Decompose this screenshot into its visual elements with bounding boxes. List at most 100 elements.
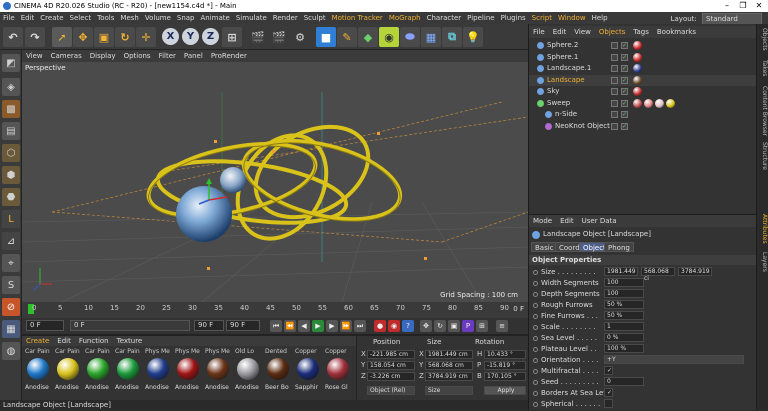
menu-help[interactable]: Help	[589, 12, 611, 24]
attr-menu-userdata[interactable]: User Data	[578, 215, 621, 227]
object-row[interactable]: Sweep ✓	[529, 98, 757, 109]
visibility-check-icon[interactable]: ✓	[621, 53, 628, 61]
material-tag-icon[interactable]	[633, 98, 642, 108]
menu-render[interactable]: Render	[270, 12, 301, 24]
live-selection-icon[interactable]: ➚	[52, 27, 72, 47]
menu-tools[interactable]: Tools	[94, 12, 117, 24]
menu-file[interactable]: File	[0, 12, 18, 24]
deformer-icon[interactable]: ⬬	[400, 27, 420, 47]
scale-icon[interactable]: ▣	[94, 27, 114, 47]
play-icon[interactable]: ▶	[312, 320, 324, 332]
material-tag-icon[interactable]	[633, 52, 642, 62]
edges-mode-icon[interactable]: ⬢	[2, 166, 20, 184]
render-settings-icon[interactable]: ⚙	[290, 27, 310, 47]
cloner-icon[interactable]: ◉	[379, 27, 399, 47]
menu-pipeline[interactable]: Pipeline	[464, 12, 497, 24]
material-tag-icon[interactable]	[666, 98, 675, 108]
viewport-menu-options[interactable]: Options	[120, 50, 155, 62]
menu-script[interactable]: Script	[529, 12, 555, 24]
object-row[interactable]: Sky ✓	[529, 86, 757, 97]
menu-motion-tracker[interactable]: Motion Tracker	[329, 12, 386, 24]
timeline-ruler[interactable]: 0 5 10 15 20 25 30 35 40 45 50 55 60 65 70 75 80 85 90 0 F	[22, 302, 528, 318]
material-swatch[interactable]: Copper Rose Gl	[325, 348, 351, 396]
sculpt-icon[interactable]: ◍	[2, 342, 20, 360]
property-field[interactable]: 50 %	[604, 311, 644, 320]
object-row[interactable]: NeoKnot Object ✓	[529, 121, 757, 132]
animate-dot-icon[interactable]	[533, 402, 538, 407]
layer-color-icon[interactable]	[611, 65, 618, 72]
objmgr-menu-file[interactable]: File	[529, 26, 549, 38]
animate-dot-icon[interactable]	[533, 391, 538, 396]
material-menu-texture[interactable]: Texture	[113, 336, 147, 346]
attr-menu-mode[interactable]: Mode	[529, 215, 556, 227]
position-z-field[interactable]: -3.226 cm	[367, 372, 415, 381]
property-field[interactable]: 0	[604, 377, 644, 386]
property-field[interactable]: 100	[604, 278, 644, 287]
property-dropdown[interactable]: +Y	[604, 355, 744, 364]
layer-color-icon[interactable]	[611, 88, 618, 95]
next-key-icon[interactable]: ⏩	[340, 320, 352, 332]
render-view-icon[interactable]: 🎬	[248, 27, 268, 47]
object-row[interactable]: Landscape.1 ✓	[529, 63, 757, 74]
menu-window[interactable]: Window	[555, 12, 589, 24]
menu-volume[interactable]: Volume	[142, 12, 174, 24]
object-row[interactable]: Sphere.2 ✓	[529, 40, 757, 51]
layer-color-icon[interactable]	[611, 111, 618, 118]
side-tab-layers[interactable]: Layers	[758, 252, 768, 272]
keyframe-selection-icon[interactable]: ?	[402, 320, 414, 332]
autokey-icon[interactable]: ◉	[388, 320, 400, 332]
make-editable-icon[interactable]: ◩	[2, 54, 20, 72]
menu-animate[interactable]: Animate	[198, 12, 233, 24]
object-row[interactable]: Sphere.1 ✓	[529, 52, 757, 63]
object-name[interactable]: Sphere.2	[547, 40, 578, 51]
floor-icon[interactable]: ▦	[421, 27, 441, 47]
menu-character[interactable]: Character	[424, 12, 465, 24]
position-y-field[interactable]: 158.054 cm	[367, 361, 415, 370]
pen-spline-icon[interactable]: ✎	[337, 27, 357, 47]
menu-select[interactable]: Select	[67, 12, 95, 24]
size-x-field[interactable]: 1981.449 cm	[425, 350, 473, 359]
animate-dot-icon[interactable]	[533, 358, 538, 363]
animate-dot-icon[interactable]	[533, 270, 538, 275]
object-name[interactable]: Sphere.1	[547, 52, 578, 63]
object-name[interactable]: Landscape.1	[547, 63, 591, 74]
material-menu-edit[interactable]: Edit	[53, 336, 75, 346]
redo-icon[interactable]: ↷	[25, 27, 45, 47]
layer-color-icon[interactable]	[611, 76, 618, 84]
attr-menu-edit[interactable]: Edit	[556, 215, 578, 227]
layout-selector[interactable]: Layout: Standard	[668, 13, 762, 25]
viewport-menu-filter[interactable]: Filter	[155, 50, 180, 62]
key-scale-icon[interactable]: ▣	[448, 320, 460, 332]
apply-button[interactable]: Apply	[484, 386, 526, 395]
rotate-icon[interactable]: ↻	[115, 27, 135, 47]
material-swatch[interactable]: Phys Me Anodise	[205, 348, 231, 396]
menu-mograph[interactable]: MoGraph	[386, 12, 424, 24]
objmgr-menu-view[interactable]: View	[570, 26, 595, 38]
animate-dot-icon[interactable]	[533, 292, 538, 297]
light-icon[interactable]: 💡	[463, 27, 483, 47]
move-icon[interactable]: ✥	[73, 27, 93, 47]
texture-mode-icon[interactable]: ▩	[2, 100, 20, 118]
object-row[interactable]: n-Side ✓	[529, 109, 757, 120]
snap-icon[interactable]: S	[2, 276, 20, 294]
visibility-check-icon[interactable]: ✓	[621, 99, 628, 107]
viewport-3d[interactable]: Perspective Grid Spacing : 100 cm	[22, 62, 528, 302]
material-swatch[interactable]: Car Pain Anodise	[85, 348, 111, 396]
property-checkbox[interactable]	[604, 399, 613, 408]
model-mode-icon[interactable]: ◈	[2, 78, 20, 96]
visibility-check-icon[interactable]: ✓	[621, 76, 628, 84]
material-swatch[interactable]: Old Lo Anodise	[235, 348, 261, 396]
coordinate-system-icon[interactable]: ⊞	[222, 27, 242, 47]
viewport-menu-cameras[interactable]: Cameras	[47, 50, 86, 62]
goto-start-icon[interactable]: ⏮	[270, 320, 282, 332]
cube-icon[interactable]: ■	[316, 27, 336, 47]
object-name[interactable]: NeoKnot Object	[555, 121, 610, 132]
animate-dot-icon[interactable]	[533, 281, 538, 286]
side-tab-structure[interactable]: Structure	[758, 142, 768, 170]
close-icon[interactable]: ✕	[752, 0, 766, 12]
camera-icon[interactable]: ⧉	[442, 27, 462, 47]
menu-snap[interactable]: Snap	[174, 12, 198, 24]
material-swatch[interactable]: Dented Beer Bo	[265, 348, 291, 396]
viewport-menu-display[interactable]: Display	[86, 50, 120, 62]
timeline-menu-icon[interactable]: ≡	[496, 320, 508, 332]
